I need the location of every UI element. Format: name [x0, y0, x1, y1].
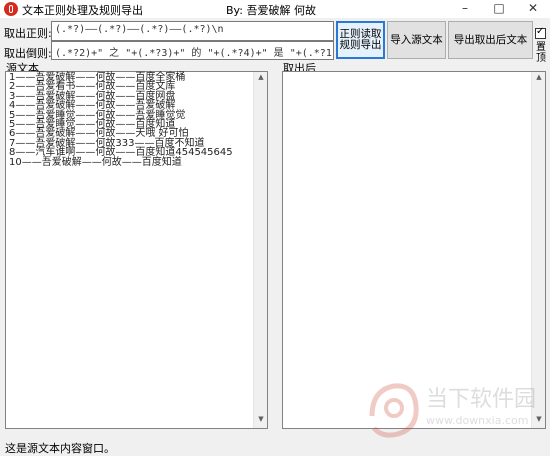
pin-top-checkbox[interactable] — [535, 26, 546, 39]
extract-regex-input[interactable]: (.*?)——(.*?)——(.*?)——(.*?)\n — [51, 21, 334, 41]
extract-regex-label: 取出正则: — [4, 27, 52, 40]
svg-text:www.downxia.com: www.downxia.com — [426, 414, 528, 427]
minimize-button[interactable]: – — [448, 0, 482, 18]
result-scrollbar[interactable]: ▲ ▼ — [531, 72, 545, 428]
window-title: 文本正则处理及规则导出 — [22, 4, 143, 17]
maximize-button[interactable]: □ — [482, 0, 516, 18]
pin-top-label: 置顶 — [536, 42, 546, 64]
scroll-up-arrow-icon[interactable]: ▲ — [254, 73, 268, 81]
export-result-button[interactable]: 导出取出后文本 — [448, 21, 533, 59]
output-rule-label: 取出倒则: — [4, 47, 52, 60]
import-source-button[interactable]: 导入源文本 — [387, 21, 446, 59]
app-icon — [4, 2, 18, 16]
close-button[interactable]: ✕ — [516, 0, 550, 18]
source-text-content: 1——吾爱破解——何故——百度全家桶 2——吾爱看书——何故——百度文库 3——吾爱… — [9, 72, 249, 168]
export-rules-button[interactable]: 正则读取 规则导出 — [336, 21, 385, 59]
output-rule-input[interactable]: (.*?2)+" 之 "+(.*?3)+" 的 "+(.*?4)+" 是 "+(… — [51, 41, 334, 60]
source-scrollbar[interactable]: ▲ ▼ — [253, 72, 267, 428]
scroll-up-arrow-icon[interactable]: ▲ — [532, 73, 546, 81]
source-line: 10——吾爱破解——何故——百度知道 — [9, 156, 182, 168]
author-credit: By: 吾爱破解 何故 — [226, 4, 316, 17]
svg-text:当下软件园: 当下软件园 — [426, 387, 536, 412]
downxia-watermark-logo: 当下软件园 www.downxia.com — [369, 383, 536, 438]
scroll-down-arrow-icon[interactable]: ▼ — [254, 415, 268, 423]
